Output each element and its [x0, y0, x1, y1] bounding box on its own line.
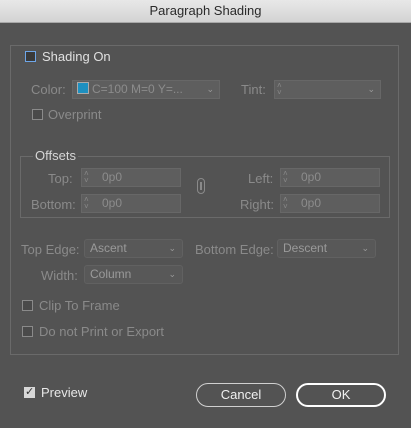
stepper-icon[interactable]: ˄ ˅ [283, 170, 288, 185]
window-title: Paragraph Shading [149, 3, 262, 18]
color-label: Color: [31, 82, 66, 97]
color-value: C=100 M=0 Y=... [92, 82, 183, 96]
stepper-icon[interactable]: ˄ ˅ [283, 196, 288, 211]
clip-to-frame-checkbox[interactable] [22, 300, 33, 311]
preview-checkbox[interactable] [24, 385, 35, 398]
chevron-down-icon: ⌄ [206, 84, 214, 94]
bottom-edge-value: Descent [283, 241, 328, 255]
stepper-icon[interactable]: ˄ ˅ [84, 170, 89, 185]
offset-bottom-field[interactable]: ˄ ˅ 0p0 [81, 194, 181, 213]
bottom-edge-label: Bottom Edge: [195, 242, 274, 257]
offset-bottom-value: 0p0 [102, 196, 123, 210]
stepper-icon[interactable]: ˄ ˅ [84, 196, 89, 211]
offsets-heading: Offsets [33, 148, 78, 163]
width-dropdown[interactable]: Column ⌄ [84, 265, 183, 284]
shading-on-checkbox[interactable] [25, 51, 36, 62]
offset-left-value: 0p0 [301, 170, 322, 184]
chevron-down-icon: ⌄ [168, 269, 176, 279]
offset-bottom-label: Bottom: [31, 197, 76, 212]
bottom-edge-dropdown[interactable]: Descent ⌄ [277, 239, 376, 258]
offset-top-label: Top: [48, 171, 73, 186]
offset-top-field[interactable]: ˄ ˅ 0p0 [81, 168, 181, 187]
tint-label: Tint: [241, 82, 266, 97]
overprint-label: Overprint [48, 107, 102, 122]
chevron-down-icon: ⌄ [361, 243, 369, 253]
chevron-down-icon: ⌄ [367, 84, 375, 94]
color-dropdown[interactable]: C=100 M=0 Y=... ⌄ [72, 80, 220, 99]
stepper-icon[interactable]: ˄ ˅ [277, 82, 282, 97]
offset-left-field[interactable]: ˄ ˅ 0p0 [280, 168, 380, 187]
top-edge-value: Ascent [90, 241, 127, 255]
ok-button[interactable]: OK [296, 383, 386, 407]
top-edge-dropdown[interactable]: Ascent ⌄ [84, 239, 183, 258]
shading-on-label: Shading On [42, 49, 111, 64]
width-label: Width: [41, 268, 78, 283]
preview-label: Preview [41, 385, 88, 400]
title-bar: Paragraph Shading [0, 0, 411, 23]
width-value: Column [90, 267, 132, 281]
chevron-down-icon: ⌄ [168, 243, 176, 253]
cancel-button[interactable]: Cancel [196, 383, 286, 407]
offset-top-value: 0p0 [102, 170, 123, 184]
tint-field[interactable]: ˄ ˅ ⌄ [274, 80, 381, 99]
no-print-checkbox[interactable] [22, 326, 33, 337]
top-edge-label: Top Edge: [21, 242, 80, 257]
offset-right-value: 0p0 [301, 196, 322, 210]
clip-to-frame-label: Clip To Frame [39, 298, 120, 313]
link-icon[interactable] [197, 178, 205, 194]
offset-left-label: Left: [248, 171, 274, 186]
offset-right-label: Right: [240, 197, 274, 212]
color-swatch [77, 82, 89, 94]
offset-right-field[interactable]: ˄ ˅ 0p0 [280, 194, 380, 213]
overprint-checkbox[interactable] [32, 109, 43, 120]
no-print-label: Do not Print or Export [39, 324, 164, 339]
